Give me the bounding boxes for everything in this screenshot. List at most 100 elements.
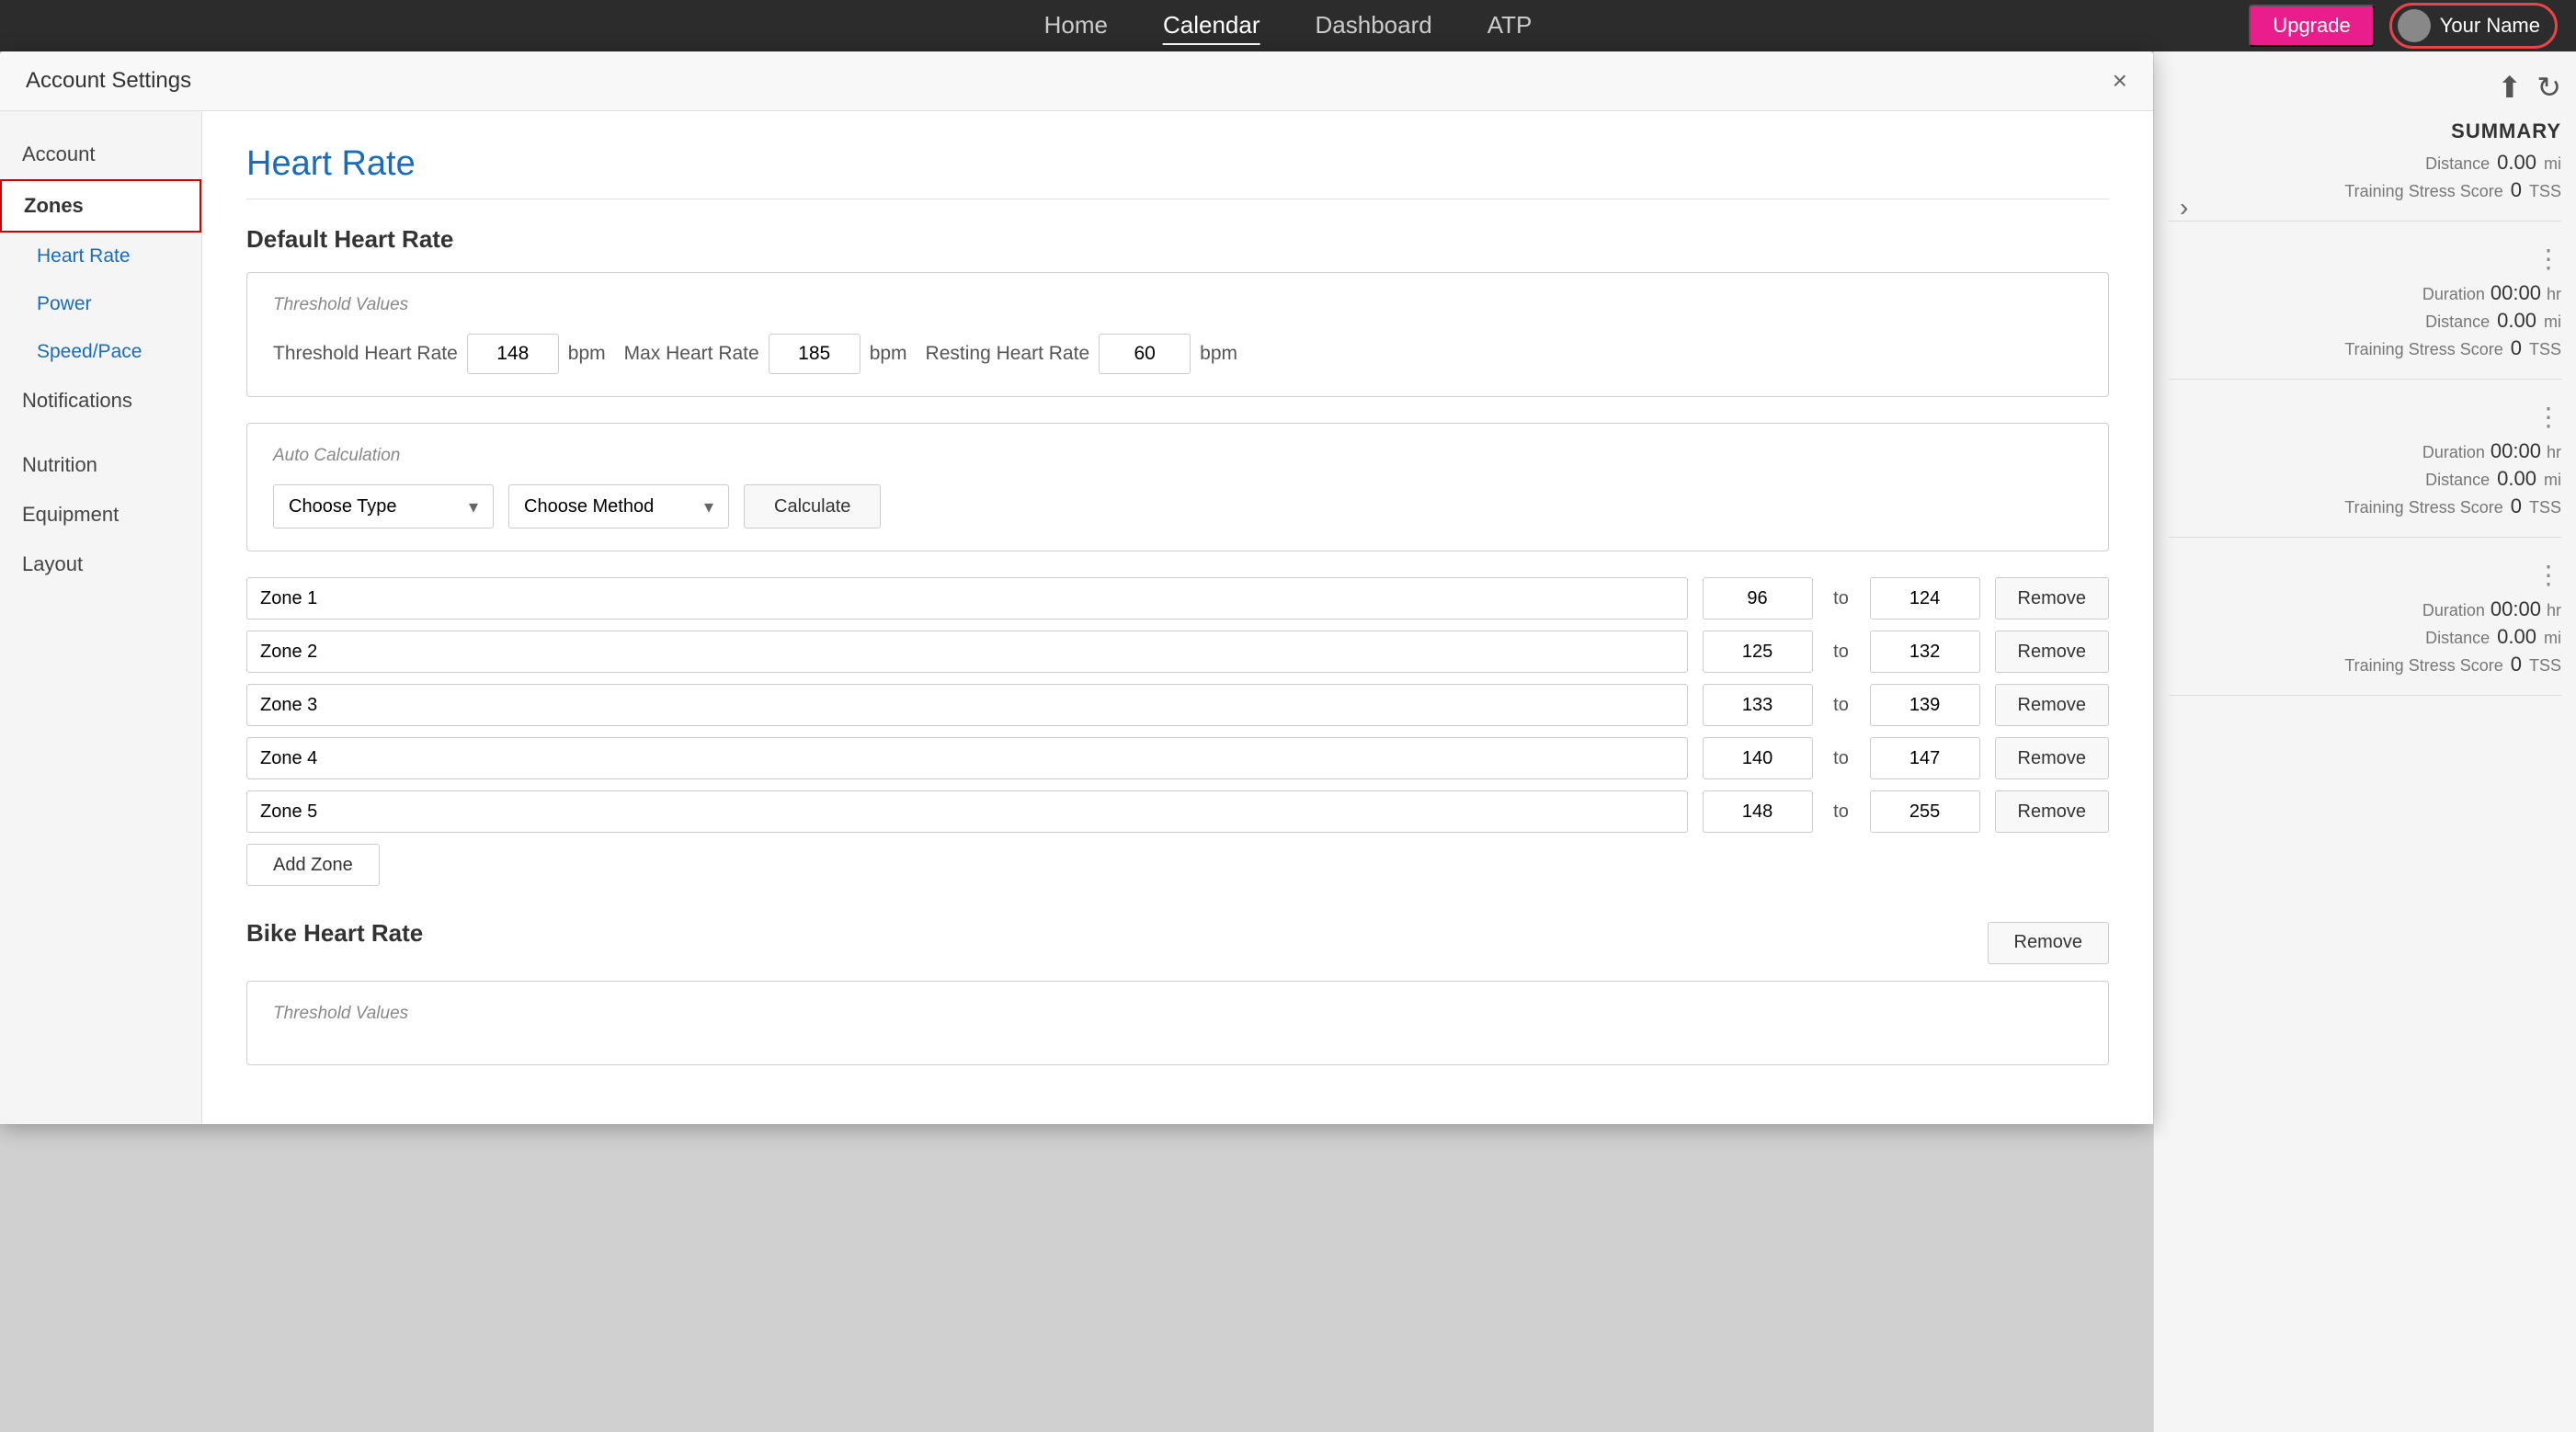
zone-to-input-0[interactable] <box>1870 577 1980 619</box>
zone-to-input-4[interactable] <box>1870 790 1980 833</box>
resting-hr-item: Resting Heart Rate bpm <box>926 334 1237 374</box>
modal-close-button[interactable]: × <box>2113 68 2127 94</box>
zone-to-label-3: to <box>1828 748 1855 769</box>
zone-from-input-0[interactable] <box>1703 577 1813 619</box>
tss-unit: TSS <box>2529 182 2561 201</box>
threshold-row: Threshold Heart Rate bpm Max Heart Rate … <box>273 334 2082 374</box>
nav-home[interactable]: Home <box>1044 7 1108 45</box>
zone-name-input-1[interactable] <box>246 631 1688 673</box>
zone-name-input-2[interactable] <box>246 684 1688 726</box>
zone-from-input-2[interactable] <box>1703 684 1813 726</box>
more-options-3[interactable]: ⋮ <box>2169 560 2561 590</box>
chevron-down-icon: ▾ <box>469 495 478 518</box>
zone-to-label-2: to <box>1828 695 1855 716</box>
user-name-label: Your Name <box>2440 14 2540 38</box>
summary-title: SUMMARY <box>2169 119 2561 143</box>
modal-main-content: Heart Rate Default Heart Rate Threshold … <box>202 111 2153 1124</box>
calculate-button[interactable]: Calculate <box>744 484 881 528</box>
tss-value: 0 <box>2511 178 2522 202</box>
nav-calendar[interactable]: Calendar <box>1163 7 1260 45</box>
zone-to-label-1: to <box>1828 642 1855 663</box>
sidebar-item-layout[interactable]: Layout <box>0 540 201 589</box>
threshold-hr-label: Threshold Heart Rate <box>273 343 458 365</box>
choose-method-label: Choose Method <box>524 496 654 517</box>
section-3: Duration 00:00 hr Distance 0.00 mi Train… <box>2169 597 2561 696</box>
right-panel: ⬆ ↻ › SUMMARY Distance 0.00 mi Training … <box>2153 51 2576 1432</box>
distance-label: Distance <box>2425 154 2490 174</box>
sidebar-item-notifications[interactable]: Notifications <box>0 376 201 426</box>
sidebar-item-power[interactable]: Power <box>0 280 201 328</box>
choose-method-dropdown[interactable]: Choose Method ▾ <box>508 484 729 528</box>
refresh-icon[interactable]: ↻ <box>2536 70 2561 105</box>
zone-name-input-0[interactable] <box>246 577 1688 619</box>
right-panel-top: ⬆ ↻ <box>2169 70 2561 105</box>
sidebar-item-heart-rate[interactable]: Heart Rate <box>0 233 201 280</box>
max-hr-item: Max Heart Rate bpm <box>624 334 907 374</box>
bike-hr-title: Bike Heart Rate <box>246 919 423 948</box>
duration-unit-1: hr <box>2547 285 2561 304</box>
modal-sidebar: Account Zones Heart Rate Power Speed/Pac… <box>0 111 202 1124</box>
zone-to-input-1[interactable] <box>1870 631 1980 673</box>
upgrade-button[interactable]: Upgrade <box>2249 5 2374 47</box>
more-options-2[interactable]: ⋮ <box>2169 402 2561 432</box>
add-zone-button[interactable]: Add Zone <box>246 844 380 886</box>
auto-calc-card: Auto Calculation Choose Type ▾ Choose Me… <box>246 423 2109 551</box>
section-title: Heart Rate <box>246 144 2109 184</box>
zone-row: to Remove <box>246 577 2109 619</box>
sidebar-item-speed-pace[interactable]: Speed/Pace <box>0 328 201 376</box>
zone-name-input-4[interactable] <box>246 790 1688 833</box>
zone-row: to Remove <box>246 737 2109 779</box>
bike-remove-button[interactable]: Remove <box>1988 922 2109 964</box>
zone-from-input-3[interactable] <box>1703 737 1813 779</box>
auto-calc-row: Choose Type ▾ Choose Method ▾ Calculate <box>273 484 2082 528</box>
duration-label-1: Duration <box>2422 285 2485 304</box>
distance-unit: mi <box>2544 154 2561 174</box>
zone-remove-button-3[interactable]: Remove <box>1995 737 2109 779</box>
zone-to-label-4: to <box>1828 801 1855 823</box>
modal-title: Account Settings <box>26 68 191 94</box>
more-options-1[interactable]: ⋮ <box>2169 244 2561 274</box>
zone-from-input-4[interactable] <box>1703 790 1813 833</box>
zone-remove-button-2[interactable]: Remove <box>1995 684 2109 726</box>
zone-remove-button-4[interactable]: Remove <box>1995 790 2109 833</box>
sidebar-item-equipment[interactable]: Equipment <box>0 490 201 540</box>
top-nav: Home Calendar Dashboard ATP Upgrade Your… <box>0 0 2576 51</box>
user-area[interactable]: Your Name <box>2389 3 2558 49</box>
resting-hr-unit: bpm <box>1200 343 1237 365</box>
zone-remove-button-0[interactable]: Remove <box>1995 577 2109 619</box>
bike-threshold-card: Threshold Values <box>246 981 2109 1065</box>
sidebar-item-zones[interactable]: Zones <box>0 179 201 233</box>
nav-dashboard[interactable]: Dashboard <box>1316 7 1432 45</box>
distance-value: 0.00 <box>2497 151 2536 175</box>
chevron-right-icon[interactable]: › <box>2180 193 2188 222</box>
max-hr-unit: bpm <box>870 343 907 365</box>
zone-remove-button-1[interactable]: Remove <box>1995 631 2109 673</box>
bike-hr-section: Bike Heart Rate Remove Threshold Values <box>246 919 2109 1065</box>
section-2: Duration 00:00 hr Distance 0.00 mi Train… <box>2169 439 2561 538</box>
nav-right: Upgrade Your Name <box>2249 3 2558 49</box>
nav-atp[interactable]: ATP <box>1487 7 1533 45</box>
resting-hr-input[interactable] <box>1099 334 1191 374</box>
threshold-card: Threshold Values Threshold Heart Rate bp… <box>246 272 2109 397</box>
summary-tss-row: Training Stress Score 0 TSS <box>2169 178 2561 202</box>
upload-icon[interactable]: ⬆ <box>2497 70 2522 105</box>
threshold-hr-item: Threshold Heart Rate bpm <box>273 334 606 374</box>
tss-label: Training Stress Score <box>2344 182 2502 201</box>
zone-name-input-3[interactable] <box>246 737 1688 779</box>
bike-hr-header: Bike Heart Rate Remove <box>246 919 2109 966</box>
choose-type-dropdown[interactable]: Choose Type ▾ <box>273 484 494 528</box>
sidebar-item-nutrition[interactable]: Nutrition <box>0 440 201 490</box>
zone-to-input-2[interactable] <box>1870 684 1980 726</box>
choose-type-label: Choose Type <box>289 496 397 517</box>
threshold-hr-input[interactable] <box>467 334 559 374</box>
zone-from-input-1[interactable] <box>1703 631 1813 673</box>
chevron-down-icon-2: ▾ <box>704 495 713 518</box>
threshold-card-label: Threshold Values <box>273 295 2082 315</box>
max-hr-label: Max Heart Rate <box>624 343 759 365</box>
max-hr-input[interactable] <box>769 334 861 374</box>
auto-calc-label: Auto Calculation <box>273 446 2082 466</box>
modal-header: Account Settings × <box>0 51 2153 111</box>
sidebar-item-account[interactable]: Account <box>0 130 201 179</box>
avatar <box>2398 9 2431 42</box>
zone-to-input-3[interactable] <box>1870 737 1980 779</box>
